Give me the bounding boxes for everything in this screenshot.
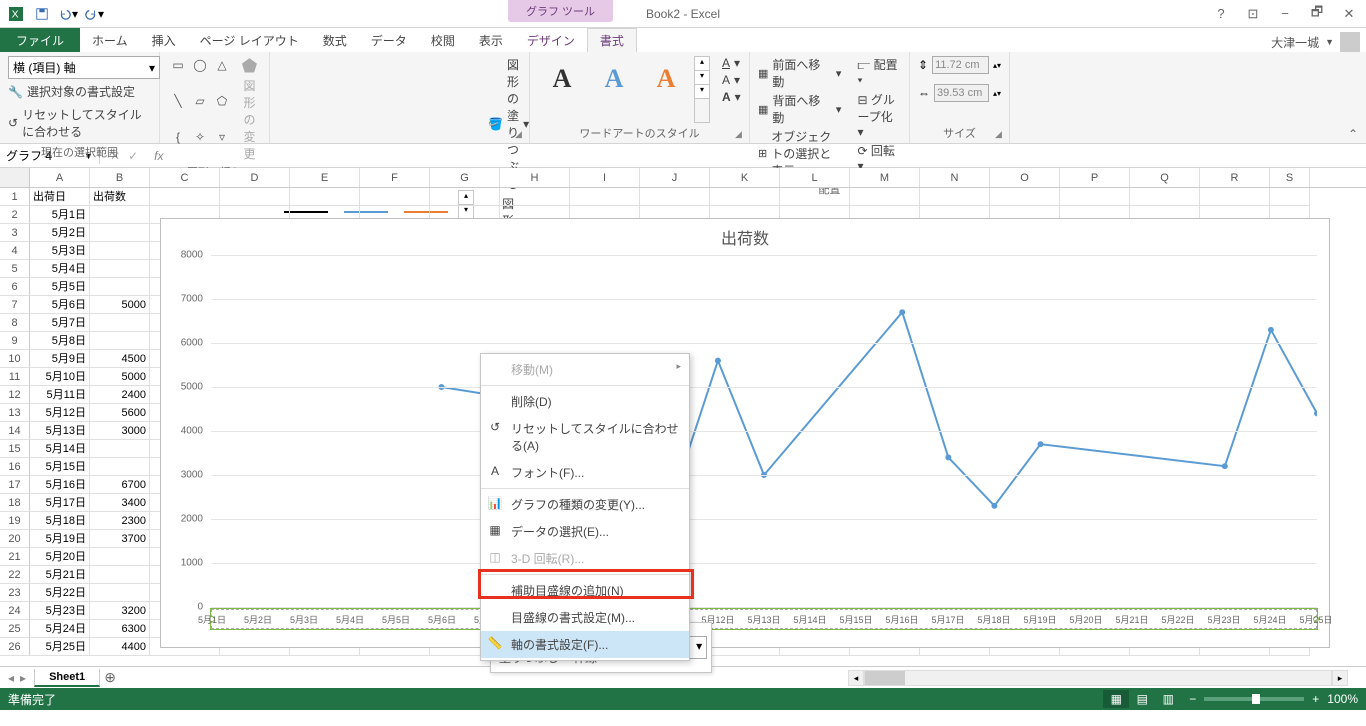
height-input[interactable]: ⇕11.72 cm▴▾ [918,56,1001,74]
shapes-gallery[interactable]: ▭◯△ ╲▱⬠ {✧▿ [168,56,232,162]
zoom-slider[interactable] [1204,697,1304,701]
ctx-select-data[interactable]: ▦データの選択(E)... [481,518,689,545]
x-axis-selected[interactable]: 5月1日5月2日5月3日5月4日5月5日5月6日5月7日5月8日5月9日5月10… [211,609,1317,629]
group-shape-styles: ▴▾▾ 🪣図形の塗りつぶし▾ ✎図形の枠線▾ ◐図形の効果▾ 図形のスタイル ◢ [270,52,530,143]
ribbon: 横 (項目) 軸▾ 🔧選択対象の書式設定 ↺リセットしてスタイルに合わせる 現在… [0,52,1366,144]
view-page-break-button[interactable]: ▥ [1155,690,1181,708]
redo-icon[interactable]: ▾ [82,2,106,26]
tab-page-layout[interactable]: ページ レイアウト [188,28,311,52]
group-current-selection: 横 (項目) 軸▾ 🔧選択対象の書式設定 ↺リセットしてスタイルに合わせる 現在… [0,52,160,143]
tab-home[interactable]: ホーム [80,28,140,52]
statusbar: 準備完了 ▦ ▤ ▥ − + 100% [0,688,1366,710]
text-effects-button[interactable]: A▾ [722,90,741,104]
save-icon[interactable] [30,2,54,26]
view-page-layout-button[interactable]: ▤ [1129,690,1155,708]
wordart-dialog-launcher[interactable]: ◢ [735,129,747,141]
user-account[interactable]: 大津一城▼ [1271,32,1360,52]
minimize-button[interactable]: − [1274,6,1296,21]
undo-icon[interactable]: ▾ [56,2,80,26]
tab-nav-prev[interactable]: ◂ [8,671,14,685]
ctx-font[interactable]: Aフォント(F)... [481,459,689,486]
close-button[interactable]: ✕ [1338,6,1360,22]
send-backward-button[interactable]: ▦ 背面へ移動 ▾ [758,92,841,126]
help-button[interactable]: ? [1210,6,1232,21]
fx-icon[interactable]: fx [148,149,169,163]
ctx-delete[interactable]: 削除(D) [481,388,689,415]
collapse-ribbon-button[interactable]: ⌃ [1344,127,1362,141]
group-wordart-styles: A A A ▴▾▾ A▾ A▾ A▾ ワードアートのスタイル ◢ [530,52,750,143]
ctx-axis-format[interactable]: 📏軸の書式設定(F)... [481,631,689,658]
chart-title[interactable]: 出荷数 [161,219,1329,255]
plot-area[interactable] [211,255,1317,607]
zoom-level[interactable]: 100% [1327,692,1358,706]
group-insert-shapes: ▭◯△ ╲▱⬠ {✧▿ ⬟図形の 変更 図形の挿入 [160,52,270,143]
ctx-move: 移動(M)▸ [481,356,689,383]
tab-review[interactable]: 校閲 [419,28,467,52]
width-input[interactable]: ⇔39.53 cm▴▾ [918,84,1001,102]
ctx-add-minor-gridlines[interactable]: 補助目盛線の追加(N) [481,577,689,604]
titlebar: X ▾ ▾ グラフ ツール Book2 - Excel ? ⊡ − 🗗 ✕ [0,0,1366,28]
tab-insert[interactable]: 挿入 [140,28,188,52]
tab-formulas[interactable]: 数式 [311,28,359,52]
tab-data[interactable]: データ [359,28,419,52]
restore-button[interactable]: 🗗 [1306,3,1328,25]
ctx-change-chart-type[interactable]: 📊グラフの種類の変更(Y)... [481,491,689,518]
ribbon-tabs: ファイル ホーム 挿入 ページ レイアウト 数式 データ 校閲 表示 デザイン … [0,28,1366,52]
quick-access-toolbar: X ▾ ▾ [0,2,110,26]
group-button[interactable]: ⊟ グループ化 ▾ [857,91,901,139]
align-button[interactable]: ⫍ 配置 ▾ [857,56,901,88]
tab-format[interactable]: 書式 [587,28,637,52]
shape-styles-dialog-launcher[interactable]: ◢ [515,129,527,141]
svg-text:X: X [12,8,19,20]
window-title: Book2 - Excel [646,7,720,21]
avatar [1340,32,1360,52]
view-normal-button[interactable]: ▦ [1103,690,1129,708]
zoom-in-button[interactable]: + [1312,692,1319,706]
tab-design[interactable]: デザイン [515,28,587,52]
context-menu: 移動(M)▸ 削除(D) ↺リセットしてスタイルに合わせる(A) Aフォント(F… [480,353,690,661]
change-shape-button[interactable]: ⬟図形の 変更 [238,56,261,162]
column-headers[interactable]: ABCDEFGHIJKLMNOPQRS [0,168,1366,188]
row-headers[interactable]: 1234567891011121314151617181920212223242… [0,188,30,666]
select-all-corner[interactable] [0,168,30,187]
text-fill-button[interactable]: A▾ [722,56,741,70]
horizontal-scrollbar[interactable]: ◂▸ [848,670,1348,686]
bring-forward-button[interactable]: ▦ 前面へ移動 ▾ [758,56,841,90]
chart-tools-contextual-tab: グラフ ツール [508,0,613,22]
ctx-gridline-format[interactable]: 目盛線の書式設定(M)... [481,604,689,631]
format-selection-button[interactable]: 🔧選択対象の書式設定 [8,81,151,102]
sheet-tab-1[interactable]: Sheet1 [34,669,100,687]
y-axis[interactable]: 010002000300040005000600070008000 [161,255,207,607]
zoom-out-button[interactable]: − [1189,692,1196,706]
excel-icon[interactable]: X [4,2,28,26]
chart-object[interactable]: 出荷数 010002000300040005000600070008000 5月… [160,218,1330,648]
worksheet: ABCDEFGHIJKLMNOPQRS 12345678910111213141… [0,168,1366,666]
wordart-gallery[interactable]: A A A ▴▾▾ [538,56,710,123]
ctx-3d-rotate: ◫3-D 回転(R)... [481,545,689,572]
tab-view[interactable]: 表示 [467,28,515,52]
tab-file[interactable]: ファイル [0,28,80,52]
ctx-reset[interactable]: ↺リセットしてスタイルに合わせる(A) [481,415,689,459]
group-arrange: ▦ 前面へ移動 ▾ ▦ 背面へ移動 ▾ ⊞ オブジェクトの選択と表示 ⫍ 配置 … [750,52,910,143]
chart-elements-combo[interactable]: 横 (項目) 軸▾ [8,56,160,79]
reset-style-button[interactable]: ↺リセットしてスタイルに合わせる [8,104,151,142]
group-size: ⇕11.72 cm▴▾ ⇔39.53 cm▴▾ サイズ ◢ [910,52,1010,143]
tab-nav-next[interactable]: ▸ [20,671,26,685]
status-ready: 準備完了 [8,691,56,708]
text-outline-button[interactable]: A▾ [722,73,741,87]
ribbon-options-button[interactable]: ⊡ [1242,6,1264,22]
size-dialog-launcher[interactable]: ◢ [995,129,1007,141]
new-sheet-button[interactable]: ⊕ [100,669,120,686]
